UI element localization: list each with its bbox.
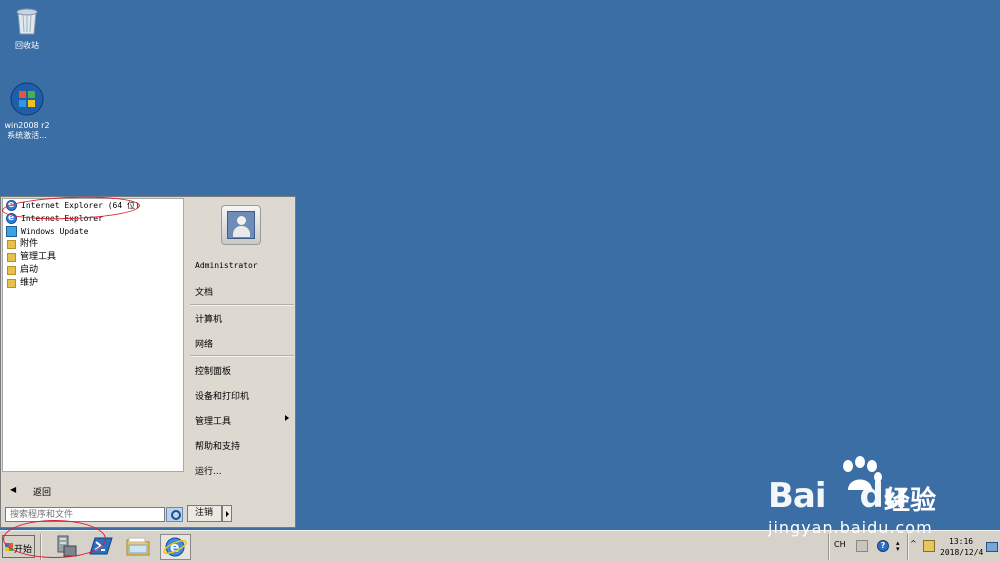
taskbar-ie[interactable]: e: [160, 534, 191, 560]
shutdown-options-button[interactable]: [222, 505, 232, 522]
system-tray: CH ? ▴ ▾ ^ 13:16 2018/12/4: [828, 534, 1000, 560]
program-folder-admin-tools[interactable]: 管理工具: [3, 251, 183, 264]
search-input[interactable]: [5, 507, 165, 522]
program-label: 管理工具: [20, 252, 57, 262]
program-label: 启动: [20, 265, 39, 275]
folder-icon: [7, 240, 16, 249]
help-icon[interactable]: ?: [877, 540, 889, 552]
action-center-flag-icon[interactable]: [923, 540, 935, 552]
admin-tools-link[interactable]: 管理工具: [195, 414, 231, 427]
user-name-link[interactable]: Administrator: [195, 261, 258, 270]
left-arrow-icon: ◀: [10, 485, 17, 494]
program-folder-startup[interactable]: 启动: [3, 264, 183, 277]
show-desktop-icon[interactable]: [986, 542, 998, 552]
search-icon: [171, 510, 181, 520]
control-panel-link[interactable]: 控制面板: [195, 364, 231, 377]
explorer-icon: [126, 537, 150, 556]
show-hidden-icons[interactable]: ^: [910, 539, 918, 551]
divider: [828, 534, 830, 560]
ie-icon: e: [163, 537, 187, 557]
help-support-link[interactable]: 帮助和支持: [195, 439, 240, 452]
program-label: 附件: [20, 239, 39, 249]
keyboard-icon[interactable]: [856, 540, 868, 552]
windows-update-icon: [6, 226, 17, 237]
language-indicator[interactable]: CH: [834, 540, 846, 549]
options-icon[interactable]: ▴ ▾: [896, 540, 904, 553]
back-button[interactable]: ◀ 返回: [2, 482, 184, 500]
baidu-watermark: Bai du 经验 jingyan.baidu.com: [768, 456, 998, 537]
program-label: Windows Update: [21, 227, 89, 236]
desktop-icon-label: win2008 r2 系统激活...: [4, 121, 50, 140]
divider: [190, 355, 294, 357]
windows-logo-icon: [0, 82, 54, 119]
desktop-icon-recycle-bin[interactable]: 回收站: [0, 6, 54, 51]
divider: [190, 304, 294, 306]
program-folder-maintenance[interactable]: 维护: [3, 277, 183, 290]
clock-time[interactable]: 13:16: [949, 537, 973, 546]
avatar[interactable]: [221, 205, 261, 245]
network-link[interactable]: 网络: [195, 337, 213, 350]
program-folder-accessories[interactable]: 附件: [3, 238, 183, 251]
taskbar-explorer[interactable]: [124, 534, 155, 560]
user-picture: [227, 211, 255, 239]
annotation-circle: [3, 520, 106, 558]
programs-list: Internet Explorer (64 位) Internet Explor…: [2, 198, 184, 472]
folder-icon: [7, 253, 16, 262]
folder-icon: [7, 279, 16, 288]
search-button[interactable]: [166, 507, 183, 522]
run-link[interactable]: 运行...: [195, 464, 222, 477]
folder-icon: [7, 266, 16, 275]
program-label: 维护: [20, 278, 39, 288]
documents-link[interactable]: 文档: [195, 285, 213, 298]
watermark-url: jingyan.baidu.com: [768, 518, 933, 537]
devices-printers-link[interactable]: 设备和打印机: [195, 389, 249, 402]
submenu-arrow-icon: [285, 415, 289, 421]
desktop-icon-activation[interactable]: win2008 r2 系统激活...: [0, 82, 54, 141]
program-item-windows-update[interactable]: Windows Update: [3, 225, 183, 238]
back-label: 返回: [33, 488, 52, 498]
computer-link[interactable]: 计算机: [195, 312, 222, 325]
desktop-icon-label: 回收站: [15, 41, 39, 50]
divider: [907, 534, 909, 560]
start-menu-right-pane: Administrator 文档 计算机 网络 控制面板 设备和打印机 管理工具…: [186, 197, 295, 527]
clock-date[interactable]: 2018/12/4: [940, 548, 983, 557]
recycle-bin-icon: [0, 6, 54, 39]
logoff-button[interactable]: 注销: [187, 505, 222, 522]
watermark-cn: 经验: [884, 486, 937, 516]
